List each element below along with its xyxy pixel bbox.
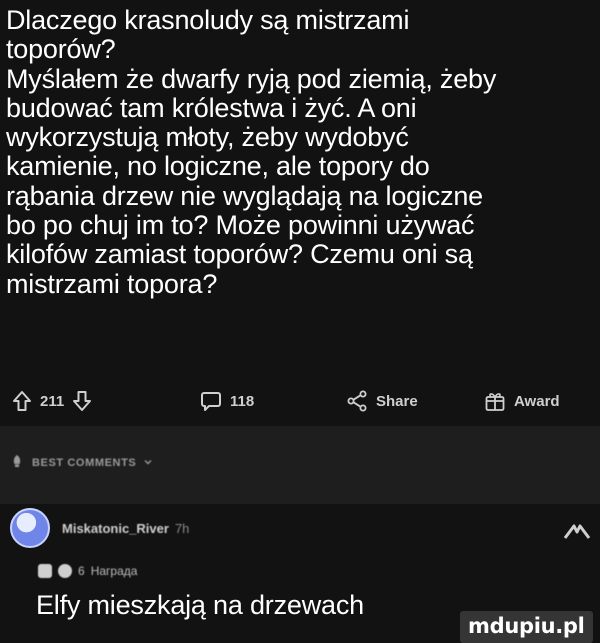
- post-line: rąbania drzew nie wyglądają na logiczne: [6, 180, 484, 211]
- award-count: 6: [78, 564, 85, 578]
- comments-button[interactable]: 118: [200, 390, 254, 412]
- vote-group: 211: [12, 390, 92, 412]
- comment-header: Miskatonic_River 7h: [10, 508, 189, 548]
- avatar[interactable]: [10, 508, 50, 548]
- award-badge-icon: [38, 564, 52, 578]
- post-line: toporów?: [6, 34, 116, 65]
- post-line: bo po chuj im to? Może powinni używać: [6, 210, 475, 241]
- post-line: budować tam królestwa i żyć. A oni: [6, 92, 417, 123]
- award-medal-icon: [58, 564, 72, 578]
- comment-awards: 6 Награда: [38, 564, 137, 578]
- comment-age: 7h: [174, 520, 190, 536]
- post-line: Dlaczego krasnoludy są mistrzami: [6, 5, 410, 35]
- award-button[interactable]: Award: [484, 390, 560, 412]
- post-line: kamienie, no logiczne, ale topory do: [6, 151, 430, 182]
- username[interactable]: Miskatonic_River: [62, 521, 169, 536]
- gift-icon: [484, 390, 506, 412]
- comment-count: 118: [230, 392, 255, 410]
- award-name: Награда: [90, 564, 138, 578]
- comment-author[interactable]: Miskatonic_River 7h: [62, 521, 189, 536]
- post-action-bar: 211 118 Share Award: [0, 380, 600, 426]
- post-line: kilofów zamiast toporów? Czemu oni są: [6, 239, 473, 270]
- rocket-icon: [10, 454, 24, 471]
- post-line: mistrzami topora?: [6, 268, 218, 299]
- downvote-icon[interactable]: [72, 390, 92, 412]
- comment-icon: [200, 390, 222, 412]
- site-watermark: mdupiu.pl: [460, 611, 593, 643]
- chevron-down-icon: [144, 457, 152, 469]
- share-icon: [346, 390, 368, 412]
- sort-label: BEST COMMENTS: [32, 456, 137, 469]
- share-label: Share: [376, 392, 418, 410]
- post-body: Dlaczego krasnoludy są mistrzami toporów…: [6, 5, 594, 299]
- vote-count: 211: [40, 392, 65, 410]
- upvote-icon[interactable]: [12, 390, 32, 412]
- collapse-thread-icon[interactable]: [562, 520, 592, 549]
- share-button[interactable]: Share: [346, 390, 418, 412]
- comment-body: Elfy mieszkają na drzewach: [36, 590, 364, 620]
- post-line: Myślałem że dwarfy ryją pod ziemią, żeby: [6, 63, 497, 94]
- comment-sort-dropdown[interactable]: BEST COMMENTS: [10, 454, 152, 471]
- post-line: wykorzystują młoty, żeby wydobyć: [6, 122, 409, 153]
- award-label: Award: [514, 392, 560, 410]
